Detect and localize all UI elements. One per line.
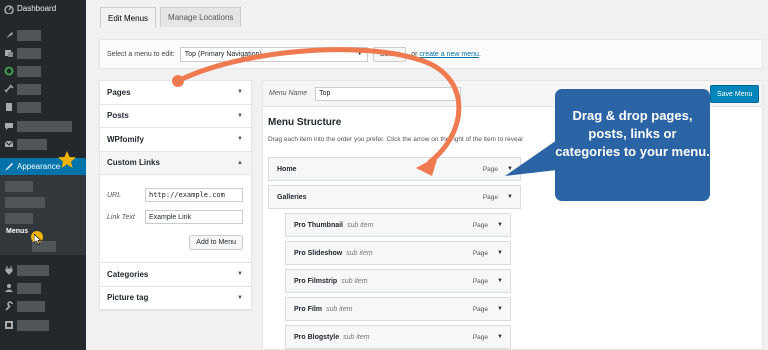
instruction-callout: Drag & drop pages, posts, links or categ… — [555, 89, 710, 201]
callout-pointer — [505, 140, 557, 176]
